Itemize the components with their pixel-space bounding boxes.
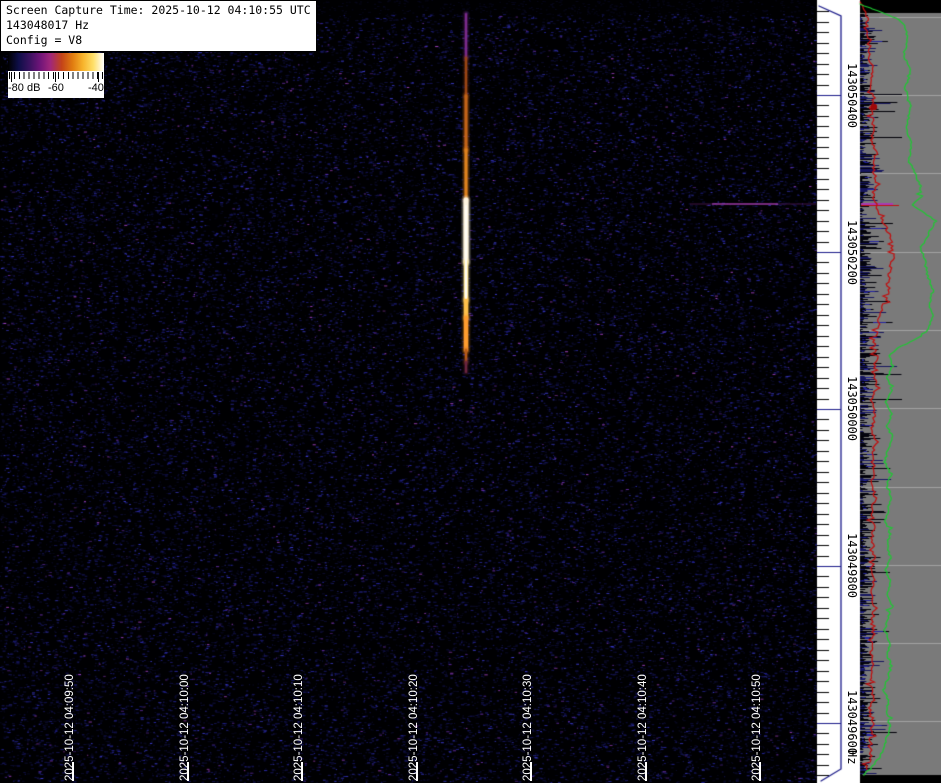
color-gradient-bar (8, 53, 104, 71)
db-label-mid: -60 (48, 82, 64, 94)
freq-unit-label: Hz (845, 750, 859, 764)
db-label-max: -40 (88, 82, 104, 94)
time-tick-label: 2025-10-12 04:10:40 (637, 674, 649, 781)
color-scale-minor-ticks (9, 72, 103, 79)
time-tick-label: 2025-10-12 04:09:50 (64, 674, 76, 781)
time-tick-label: 2025-10-12 04:10:10 (293, 674, 305, 781)
freq-tick-label: 143049800 (845, 533, 859, 598)
color-scale-major-tick (55, 72, 56, 82)
time-tick-label: 2025-10-12 04:10:20 (408, 674, 420, 781)
spectrogram-screen: Screen Capture Time: 2025-10-12 04:10:55… (0, 0, 941, 783)
center-frequency-text: 143048017 Hz (6, 18, 311, 33)
freq-tick-label: 143050000 (845, 376, 859, 441)
capture-time-text: Screen Capture Time: 2025-10-12 04:10:55… (6, 3, 311, 18)
color-scale-major-tick (11, 72, 12, 82)
capture-info-box: Screen Capture Time: 2025-10-12 04:10:55… (0, 0, 317, 52)
time-tick-label: 2025-10-12 04:10:00 (179, 674, 191, 781)
config-text: Config = V8 (6, 33, 311, 48)
freq-tick-label: 143050200 (845, 220, 859, 285)
freq-tick-label: 143049600 (845, 690, 859, 755)
db-color-scale: -80 dB -60 -40 (8, 53, 104, 98)
spectrogram-canvas (0, 0, 941, 783)
freq-tick-label: 143050400 (845, 63, 859, 128)
time-tick-label: 2025-10-12 04:10:30 (522, 674, 534, 781)
time-tick-label: 2025-10-12 04:10:50 (751, 674, 763, 781)
db-label-min: -80 dB (8, 82, 40, 94)
color-scale-major-tick (98, 72, 99, 82)
